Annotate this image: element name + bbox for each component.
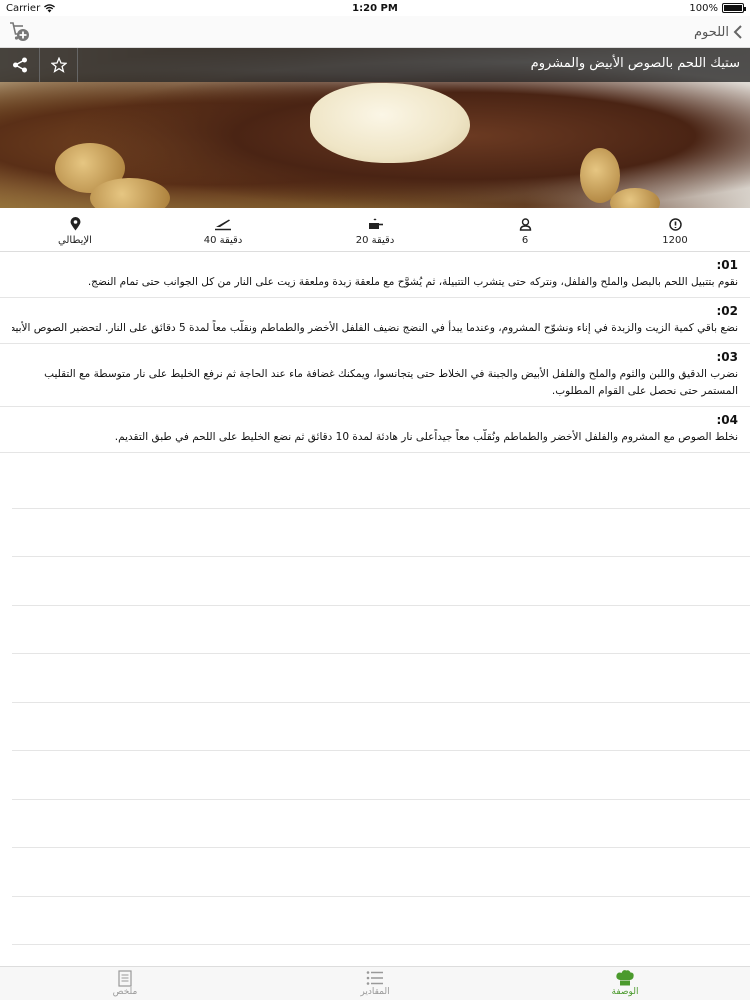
tab-summary[interactable]: ملخص bbox=[95, 969, 155, 997]
title-bar: ستيك اللحم بالصوص الأبيض والمشروم bbox=[0, 48, 750, 82]
info-cook-time: 20 دقيقة bbox=[335, 216, 415, 246]
battery-percent: 100% bbox=[689, 2, 718, 14]
recipe-info-row: 1200 6 20 دقيقة 40 دقيقة الإيطالي bbox=[0, 208, 750, 252]
star-icon bbox=[50, 57, 67, 73]
servings-value: 6 bbox=[521, 235, 529, 246]
document-icon bbox=[118, 969, 132, 987]
recipe-steps: :01 نقوم بتتبيل اللحم بالبصل والملح والف… bbox=[0, 252, 750, 453]
empty-list-area bbox=[12, 460, 750, 945]
status-right: 100% bbox=[689, 2, 746, 14]
location-pin-icon bbox=[70, 217, 80, 231]
list-icon bbox=[366, 971, 383, 985]
info-icon bbox=[668, 217, 682, 231]
step-text: نخلط الصوص مع المشروم والفلفل الأخضر وال… bbox=[114, 431, 738, 443]
chef-hat-icon bbox=[616, 970, 634, 986]
hero-mushroom bbox=[610, 188, 660, 208]
step-number: :02 bbox=[716, 304, 739, 318]
person-icon bbox=[519, 217, 531, 231]
info-cuisine: الإيطالي bbox=[35, 216, 115, 246]
empty-row bbox=[12, 460, 750, 509]
empty-row bbox=[12, 751, 750, 800]
pot-icon bbox=[369, 218, 383, 229]
step-text: نقوم بتتبيل اللحم بالبصل والملح والفلفل،… bbox=[87, 276, 738, 288]
knife-icon bbox=[215, 219, 231, 230]
cook-time-value: 20 دقيقة bbox=[355, 235, 395, 246]
info-prep-time: 40 دقيقة bbox=[183, 216, 263, 246]
recipe-title: ستيك اللحم بالصوص الأبيض والمشروم bbox=[530, 56, 740, 71]
recipe-step: :04 نخلط الصوص مع المشروم والفلفل الأخضر… bbox=[0, 407, 750, 453]
empty-row bbox=[12, 606, 750, 654]
empty-row bbox=[12, 703, 750, 751]
hero-sauce bbox=[310, 83, 470, 163]
step-number: :01 bbox=[716, 258, 739, 272]
back-button[interactable]: اللحوم bbox=[694, 20, 742, 44]
favorite-button[interactable] bbox=[40, 48, 78, 82]
empty-row bbox=[12, 848, 750, 897]
step-number: :04 bbox=[716, 413, 739, 427]
hero-mushroom bbox=[90, 178, 170, 208]
status-bar: Carrier 1:20 PM 100% bbox=[0, 0, 750, 16]
tab-ingredients[interactable]: المقادير bbox=[345, 969, 405, 997]
empty-row bbox=[12, 557, 750, 606]
recipe-step: :02 نضع باقي كمية الزيت والزبدة في إناء … bbox=[0, 298, 750, 344]
prep-time-value: 40 دقيقة bbox=[203, 235, 243, 246]
recipe-step: :01 نقوم بتتبيل اللحم بالبصل والملح والف… bbox=[0, 252, 750, 298]
tab-summary-label: ملخص bbox=[112, 987, 138, 997]
step-text: نضع باقي كمية الزيت والزبدة في إناء ونشو… bbox=[12, 322, 738, 334]
cart-add-icon bbox=[10, 22, 29, 41]
battery-fill bbox=[724, 5, 742, 11]
info-servings: 6 bbox=[485, 216, 565, 246]
back-label: اللحوم bbox=[693, 24, 729, 40]
tab-recipe[interactable]: الوصفة bbox=[595, 969, 655, 997]
empty-row bbox=[12, 509, 750, 557]
empty-row bbox=[12, 800, 750, 848]
tab-bar: ملخص المقادير الوصفة bbox=[0, 966, 750, 1000]
step-number: :03 bbox=[716, 350, 739, 364]
tab-recipe-label: الوصفة bbox=[611, 987, 639, 997]
battery-icon bbox=[722, 3, 746, 13]
chevron-left-icon bbox=[733, 25, 742, 39]
info-calories: 1200 bbox=[635, 216, 715, 246]
empty-row bbox=[12, 654, 750, 703]
navigation-bar: اللحوم bbox=[0, 16, 750, 48]
add-to-cart-button[interactable] bbox=[8, 19, 34, 45]
tab-ingredients-label: المقادير bbox=[360, 987, 390, 997]
calories-value: 1200 bbox=[662, 235, 688, 246]
cuisine-value: الإيطالي bbox=[58, 235, 92, 246]
share-icon bbox=[12, 57, 27, 73]
recipe-step: :03 نضرب الدقيق واللبن والثوم والملح وال… bbox=[0, 344, 750, 407]
clock: 1:20 PM bbox=[352, 2, 398, 14]
empty-row bbox=[12, 897, 750, 945]
share-button[interactable] bbox=[0, 48, 40, 82]
recipe-hero-image: ستيك اللحم بالصوص الأبيض والمشروم bbox=[0, 48, 750, 208]
step-text: نضرب الدقيق واللبن والثوم والملح والفلفل… bbox=[44, 368, 738, 397]
